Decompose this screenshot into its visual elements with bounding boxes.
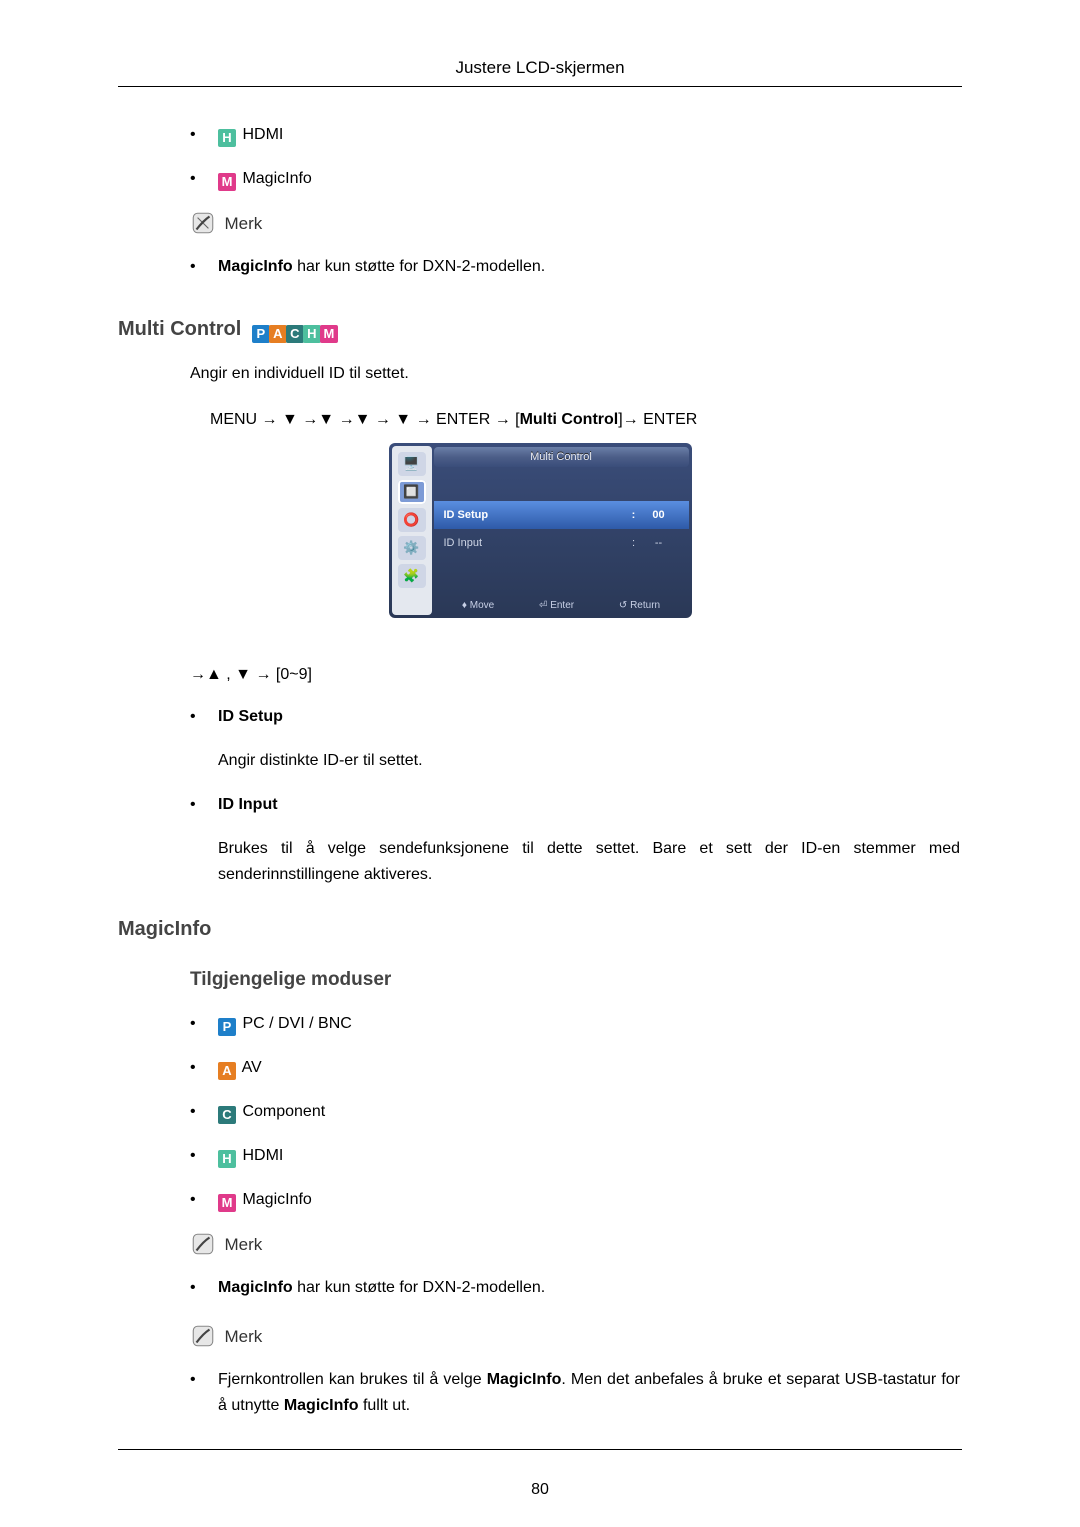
h-icon: H	[218, 129, 236, 147]
note2-bold: MagicInfo	[218, 1279, 293, 1296]
c-icon: C	[286, 325, 304, 343]
osd-footer-move: Move	[470, 600, 494, 611]
p-icon: P	[218, 1018, 236, 1036]
note1-bold: MagicInfo	[218, 258, 293, 275]
note3-p1d: MagicInfo	[284, 1397, 359, 1414]
id-input-desc: Brukes til å velge sendefunksjonene til …	[218, 836, 960, 888]
available-modes-heading: Tilgjengelige moduser	[190, 969, 960, 991]
osd-footer-enter: Enter	[550, 600, 574, 611]
mode-av-label: AV	[242, 1059, 262, 1076]
note-label: Merk	[224, 1235, 262, 1254]
multi-control-heading-text: Multi Control	[118, 318, 241, 340]
osd-footer: ♦ Move ⏎ Enter ↺ Return	[434, 595, 689, 615]
p-icon: P	[252, 325, 270, 343]
osd-idinput-value: --	[639, 537, 679, 549]
footer-rule	[118, 1449, 962, 1450]
osd-screenshot: 🖥️ 🔲 ⭕ ⚙️ 🧩 Multi Control ID Setup : 00	[389, 443, 692, 618]
osd-idsetup-label: ID Setup	[444, 509, 629, 521]
osd-idsetup-value: 00	[639, 509, 679, 521]
path-bold: Multi Control	[520, 411, 619, 428]
mode-magicinfo-item: M MagicInfo	[190, 166, 960, 192]
c-icon: C	[218, 1106, 236, 1124]
multi-control-path: MENU → ▼ →▼ →▼ → ▼ → ENTER → [Multi Cont…	[210, 407, 960, 433]
h-icon: H	[218, 1150, 236, 1168]
h-icon: H	[303, 325, 321, 343]
osd-side-icon-3: ⭕	[398, 508, 426, 532]
mode-pc-label: PC / DVI / BNC	[242, 1015, 351, 1032]
mode-component-label: Component	[242, 1103, 325, 1120]
note-icon	[190, 1231, 216, 1257]
note2-rest: har kun støtte for DXN-2-modellen.	[293, 1279, 546, 1296]
osd-side-icon-2: 🔲	[398, 480, 426, 504]
note3-item: Fjernkontrollen kan brukes til å velge M…	[190, 1367, 960, 1419]
m-icon: M	[218, 1194, 236, 1212]
note-label: Merk	[224, 214, 262, 233]
multi-control-items: ID Setup Angir distinkte ID-er til sette…	[120, 704, 960, 888]
mode-pc-item: P PC / DVI / BNC	[190, 1011, 960, 1037]
id-input-item: ID Input Brukes til å velge sendefunksjo…	[190, 792, 960, 888]
osd-footer-return: Return	[630, 600, 660, 611]
mode-magicinfo-label: MagicInfo	[242, 170, 311, 187]
magicinfo-heading: MagicInfo	[118, 918, 960, 941]
path-suffix: ]→ ENTER	[618, 411, 697, 428]
m-icon: M	[218, 173, 236, 191]
m-icon: M	[320, 325, 338, 343]
mode-magicinfo2-label: MagicInfo	[242, 1191, 311, 1208]
note-label: Merk	[224, 1327, 262, 1346]
mode-hdmi-label: HDMI	[242, 126, 283, 143]
note3-p1b: MagicInfo	[487, 1371, 562, 1388]
mode-magicinfo2-item: M MagicInfo	[190, 1187, 960, 1213]
mode-hdmi-item: H HDMI	[190, 122, 960, 148]
note1-rest: har kun støtte for DXN-2-modellen.	[293, 258, 546, 275]
note-icon	[190, 1323, 216, 1349]
id-setup-desc: Angir distinkte ID-er til settet.	[218, 748, 960, 774]
multi-control-intro: Angir en individuell ID til settet.	[190, 361, 960, 387]
osd-side-icon-4: ⚙️	[398, 536, 426, 560]
a-icon: A	[218, 1062, 236, 1080]
page-number: 80	[0, 1481, 1080, 1499]
multi-control-nav: →▲ , ▼ → [0~9]	[190, 666, 960, 684]
mode-hdmi2-item: H HDMI	[190, 1143, 960, 1169]
path-prefix: MENU → ▼ →▼ →▼ → ▼ → ENTER → [	[210, 411, 520, 428]
note3-list: Fjernkontrollen kan brukes til å velge M…	[120, 1367, 960, 1419]
a-icon: A	[269, 325, 287, 343]
mode-hdmi2-label: HDMI	[242, 1147, 283, 1164]
note3-p1a: Fjernkontrollen kan brukes til å velge	[218, 1371, 487, 1388]
note2-item: MagicInfo har kun støtte for DXN-2-model…	[190, 1275, 960, 1301]
note2-list: MagicInfo har kun støtte for DXN-2-model…	[120, 1275, 960, 1301]
osd-title: Multi Control	[434, 447, 689, 467]
note1-item: MagicInfo har kun støtte for DXN-2-model…	[190, 254, 960, 280]
osd-row-id-setup: ID Setup : 00	[434, 501, 689, 529]
page-header: Justere LCD-skjermen	[0, 58, 1080, 78]
available-modes-list: P PC / DVI / BNC A AV C Component H HDMI…	[120, 1011, 960, 1213]
multi-control-heading: Multi Control PACHM	[118, 318, 960, 343]
note3-p1e: fullt ut.	[359, 1397, 411, 1414]
mode-component-item: C Component	[190, 1099, 960, 1125]
id-setup-item: ID Setup Angir distinkte ID-er til sette…	[190, 704, 960, 774]
note1-list: MagicInfo har kun støtte for DXN-2-model…	[120, 254, 960, 280]
id-input-label: ID Input	[218, 796, 278, 813]
note-icon	[190, 210, 216, 236]
osd-side-icon-5: 🧩	[398, 564, 426, 588]
osd-side-icon-1: 🖥️	[398, 452, 426, 476]
osd-sidebar: 🖥️ 🔲 ⭕ ⚙️ 🧩	[392, 446, 432, 615]
osd-row-id-input: ID Input : --	[434, 529, 689, 557]
id-setup-label: ID Setup	[218, 708, 283, 725]
mode-list-top: H HDMI M MagicInfo	[120, 122, 960, 192]
osd-idinput-label: ID Input	[444, 537, 629, 549]
mode-av-item: A AV	[190, 1055, 960, 1081]
